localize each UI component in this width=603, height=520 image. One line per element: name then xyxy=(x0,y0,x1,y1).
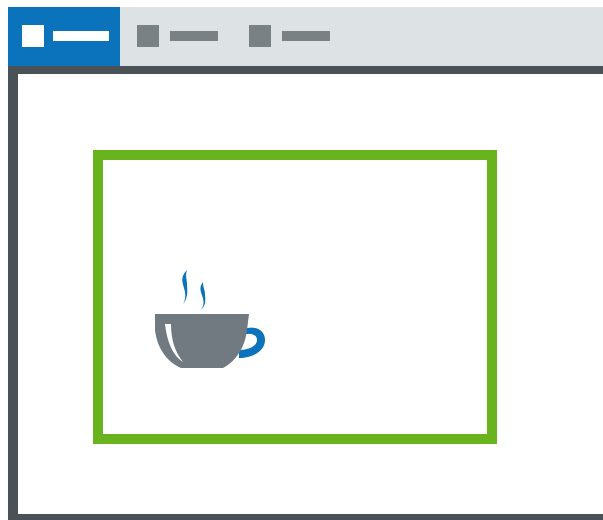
content-area xyxy=(8,66,603,520)
tab-page-icon xyxy=(137,25,159,47)
tab-2[interactable] xyxy=(120,7,232,66)
tab-page-icon xyxy=(22,25,44,47)
tab-active[interactable] xyxy=(8,7,120,66)
steam-icon-left xyxy=(182,270,188,304)
tab-page-icon xyxy=(249,25,271,47)
coffee-cup-icon xyxy=(155,270,265,368)
browser-window xyxy=(0,0,603,520)
tab-label-placeholder xyxy=(282,31,330,41)
steam-icon-right xyxy=(200,282,206,310)
tab-label-placeholder xyxy=(170,31,218,41)
tab-strip xyxy=(8,7,603,66)
tab-label-placeholder xyxy=(53,31,109,41)
tab-3[interactable] xyxy=(232,7,344,66)
